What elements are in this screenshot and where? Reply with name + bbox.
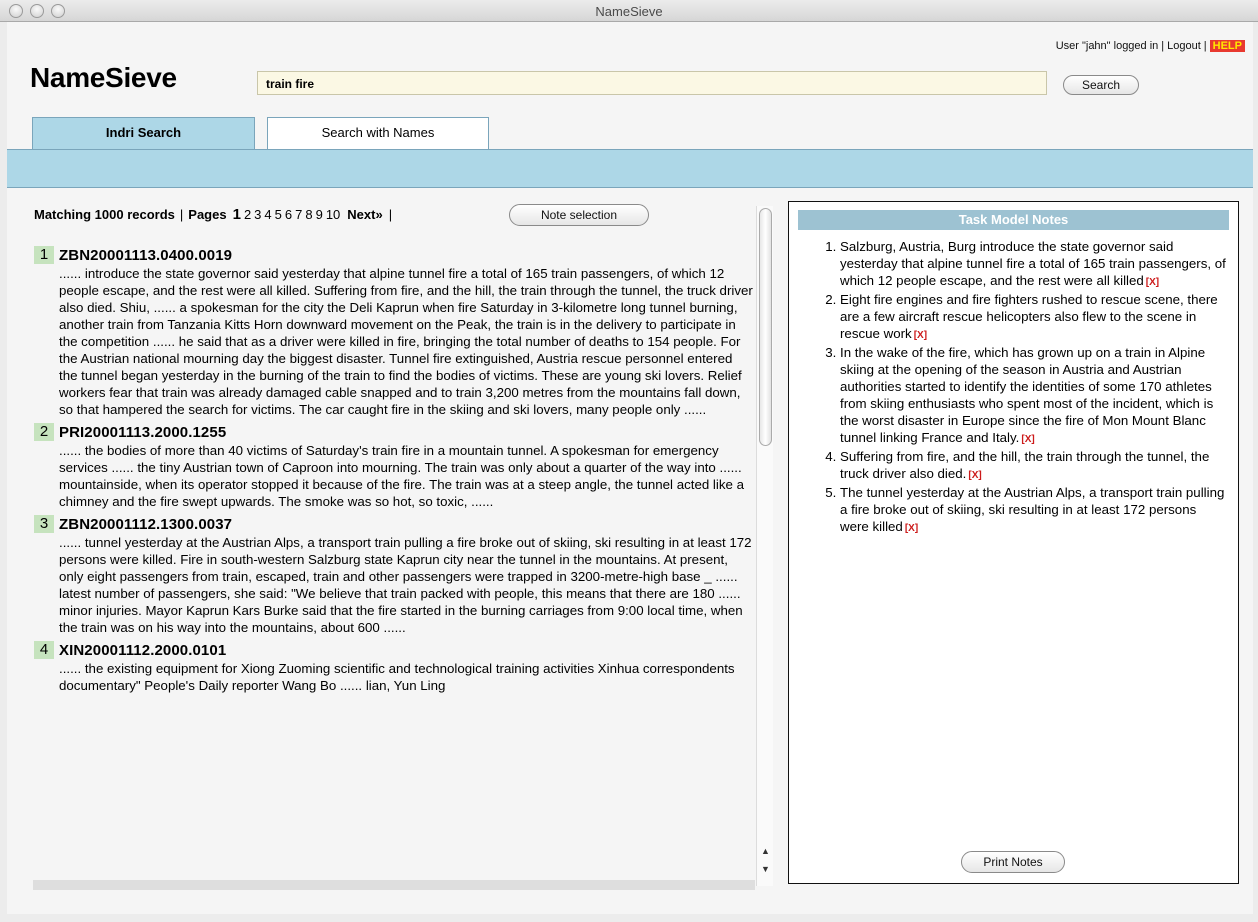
record-list: 1 ZBN20001113.0400.0019 ...... introduce… — [34, 245, 754, 698]
window-title: NameSieve — [595, 4, 663, 19]
current-page: 1 — [232, 206, 241, 223]
record-id[interactable]: PRI20001113.2000.1255 — [59, 424, 226, 441]
note-text: Salzburg, Austria, Burg introduce the st… — [840, 239, 1226, 288]
remove-note-button[interactable]: [X] — [1021, 434, 1034, 445]
remove-note-button[interactable]: [X] — [968, 470, 981, 481]
result-record: 2 PRI20001113.2000.1255 ...... the bodie… — [34, 422, 754, 510]
pages-label: Pages — [188, 207, 227, 222]
page-link[interactable]: 2 — [244, 207, 251, 222]
separator: | — [1161, 40, 1165, 52]
record-snippet: ...... introduce the state governor said… — [59, 266, 753, 417]
result-record: 4 XIN20001112.2000.0101 ...... the exist… — [34, 640, 754, 694]
note-item: Salzburg, Austria, Burg introduce the st… — [840, 238, 1228, 291]
note-text: The tunnel yesterday at the Austrian Alp… — [840, 485, 1225, 534]
app-content: User "jahn" logged in | Logout | HELP Na… — [7, 22, 1253, 914]
next-page-link[interactable]: Next» — [347, 207, 382, 222]
scroll-down-icon[interactable]: ▼ — [759, 862, 772, 876]
tab-content-bar — [7, 149, 1253, 188]
search-button[interactable]: Search — [1063, 75, 1139, 95]
app-logo: NameSieve — [30, 62, 177, 93]
record-id[interactable]: XIN20001112.2000.0101 — [59, 642, 226, 659]
matching-count: Matching 1000 records — [34, 207, 175, 222]
note-text: Suffering from fire, and the hill, the t… — [840, 449, 1210, 481]
logout-link[interactable]: Logout — [1167, 40, 1201, 52]
page-link[interactable]: 6 — [285, 207, 292, 222]
horizontal-scrollbar[interactable] — [33, 880, 755, 890]
notes-title: Task Model Notes — [798, 210, 1229, 230]
note-item: Suffering from fire, and the hill, the t… — [840, 448, 1228, 484]
record-number: 3 — [34, 515, 54, 533]
record-snippet: ...... the bodies of more than 40 victim… — [59, 443, 744, 509]
scroll-up-icon[interactable]: ▲ — [759, 844, 772, 858]
help-button[interactable]: HELP — [1209, 40, 1245, 52]
remove-note-button[interactable]: [X] — [1146, 277, 1159, 288]
record-snippet: ...... tunnel yesterday at the Austrian … — [59, 535, 752, 635]
window-titlebar: NameSieve — [0, 0, 1258, 22]
tab-indri-search[interactable]: Indri Search — [32, 117, 255, 149]
record-id[interactable]: ZBN20001113.0400.0019 — [59, 247, 232, 264]
user-status: User "jahn" logged in — [1055, 40, 1159, 52]
result-record: 1 ZBN20001113.0400.0019 ...... introduce… — [34, 245, 754, 418]
note-selection-button[interactable]: Note selection — [509, 204, 649, 226]
note-item: Eight fire engines and fire fighters rus… — [840, 291, 1228, 344]
page-link[interactable]: 7 — [295, 207, 302, 222]
page-link[interactable]: 5 — [275, 207, 282, 222]
record-number: 2 — [34, 423, 54, 441]
notes-list: Salzburg, Austria, Burg introduce the st… — [818, 238, 1228, 537]
remove-note-button[interactable]: [X] — [914, 330, 927, 341]
separator: | — [1203, 40, 1207, 52]
record-number: 1 — [34, 246, 54, 264]
note-item: The tunnel yesterday at the Austrian Alp… — [840, 484, 1228, 537]
results-panel: Matching 1000 records | Pages 1 2 3 4 5 … — [29, 200, 755, 892]
result-record: 3 ZBN20001112.1300.0037 ...... tunnel ye… — [34, 514, 754, 636]
note-item: In the wake of the fire, which has grown… — [840, 344, 1228, 448]
user-bar: User "jahn" logged in | Logout | HELP — [1056, 40, 1245, 52]
page-link[interactable]: 3 — [254, 207, 261, 222]
remove-note-button[interactable]: [X] — [905, 523, 918, 534]
results-scrollbar[interactable]: ▲ ▼ — [756, 206, 773, 886]
page-link[interactable]: 10 — [326, 207, 340, 222]
page-link[interactable]: 9 — [316, 207, 323, 222]
note-text: Eight fire engines and fire fighters rus… — [840, 292, 1218, 341]
print-notes-button[interactable]: Print Notes — [961, 851, 1065, 873]
results-summary: Matching 1000 records | Pages 1 2 3 4 5 … — [34, 206, 393, 223]
record-id[interactable]: ZBN20001112.1300.0037 — [59, 516, 232, 533]
record-number: 4 — [34, 641, 54, 659]
note-text: In the wake of the fire, which has grown… — [840, 345, 1214, 445]
page-link[interactable]: 4 — [264, 207, 271, 222]
page-link[interactable]: 8 — [305, 207, 312, 222]
tab-search-with-names[interactable]: Search with Names — [267, 117, 489, 149]
task-notes-panel: Task Model Notes Salzburg, Austria, Burg… — [788, 201, 1239, 884]
search-input[interactable]: train fire — [257, 71, 1047, 95]
scrollbar-thumb[interactable] — [759, 208, 772, 446]
record-snippet: ...... the existing equipment for Xiong … — [59, 661, 735, 693]
